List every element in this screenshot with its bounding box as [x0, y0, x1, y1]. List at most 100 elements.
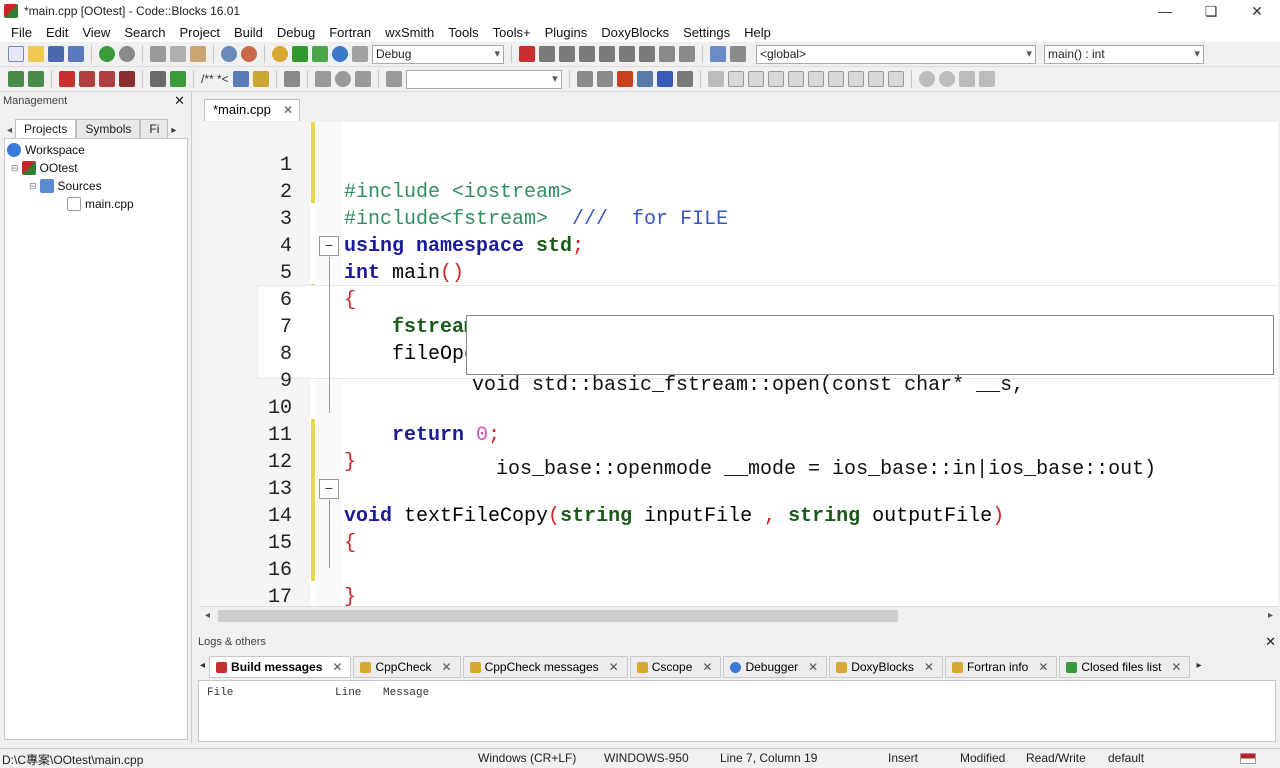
incremental-search-icon[interactable]	[385, 71, 402, 87]
incremental-search-input[interactable]	[405, 69, 562, 89]
build-icon[interactable]	[272, 46, 288, 62]
record-icon[interactable]	[334, 71, 351, 87]
horizontal-scrollbar[interactable]: ◂ ▸	[200, 606, 1278, 624]
collapse-icon[interactable]: ⊟	[29, 177, 37, 195]
menu-build[interactable]: Build	[227, 25, 270, 40]
next-line-icon[interactable]	[559, 46, 575, 62]
menu-tools[interactable]: Tools	[441, 25, 485, 40]
menu-settings[interactable]: Settings	[676, 25, 737, 40]
debug-windows-icon[interactable]	[710, 46, 726, 62]
toggle-bookmark-icon[interactable]	[59, 71, 75, 87]
tab-build-messages[interactable]: Build messages ✕	[209, 656, 352, 678]
layout-icon[interactable]	[827, 71, 844, 87]
zoom-out-icon[interactable]	[938, 71, 955, 87]
menu-file[interactable]: File	[4, 25, 39, 40]
prev-bookmark-icon[interactable]	[79, 71, 95, 87]
rebuild-icon[interactable]	[332, 46, 348, 62]
scroll-left-icon[interactable]: ◂	[205, 607, 210, 625]
panel-icon[interactable]	[747, 71, 764, 87]
find-icon[interactable]	[221, 46, 237, 62]
c-icon[interactable]	[978, 71, 995, 87]
tab-scroll-left-icon[interactable]: ◂	[198, 656, 209, 678]
zoom-in-icon[interactable]	[918, 71, 935, 87]
menu-help[interactable]: Help	[737, 25, 778, 40]
menu-plugins[interactable]: Plugins	[538, 25, 595, 40]
copy-icon[interactable]	[170, 46, 186, 62]
step-into-icon[interactable]	[579, 46, 595, 62]
scroll-right-icon[interactable]: ▸	[1268, 607, 1273, 625]
next-instruction-icon[interactable]	[619, 46, 635, 62]
column-header-line[interactable]: Line	[335, 687, 361, 699]
next-bookmark-icon[interactable]	[99, 71, 115, 87]
close-tab-icon[interactable]: ✕	[442, 657, 452, 677]
abort-icon[interactable]	[352, 46, 368, 62]
match-case-icon[interactable]	[656, 71, 673, 87]
tab-main-cpp[interactable]: *main.cpp ✕	[204, 99, 300, 121]
cut-icon[interactable]	[150, 46, 166, 62]
scrollbar-thumb[interactable]	[218, 610, 898, 622]
selected-text-icon[interactable]	[636, 71, 653, 87]
tab-doxyblocks[interactable]: DoxyBlocks ✕	[829, 656, 943, 678]
tab-cscope[interactable]: Cscope ✕	[629, 656, 722, 678]
tab-symbols[interactable]: Symbols	[76, 119, 141, 138]
tab-cppcheck-messages[interactable]: CppCheck messages ✕	[462, 656, 628, 678]
s-icon[interactable]	[958, 71, 975, 87]
function-select[interactable]: main() : int	[1044, 44, 1204, 64]
wrench-icon[interactable]	[283, 71, 300, 87]
run-icon[interactable]	[292, 46, 308, 62]
collapse-icon[interactable]: ⊟	[11, 159, 19, 177]
tree-item-sources[interactable]: ⊟ Sources	[5, 177, 187, 195]
next-icon[interactable]	[354, 71, 371, 87]
step-out-icon[interactable]	[599, 46, 615, 62]
debug-icon[interactable]	[519, 46, 535, 62]
grid-icon[interactable]	[847, 71, 864, 87]
column-header-file[interactable]: File	[207, 687, 233, 699]
close-tab-icon[interactable]: ✕	[1171, 657, 1181, 677]
tab-scroll-right-icon[interactable]: ▸	[1192, 656, 1203, 678]
clear-bookmarks-icon[interactable]	[119, 71, 135, 87]
menu-doxyblocks[interactable]: DoxyBlocks	[594, 25, 676, 40]
tab-files[interactable]: Fi	[140, 119, 169, 138]
pointer-icon[interactable]	[707, 71, 724, 87]
close-icon[interactable]: ✕	[174, 92, 185, 110]
build-target-select[interactable]: Debug	[372, 44, 504, 64]
menu-search[interactable]: Search	[117, 25, 172, 40]
spacer-icon[interactable]	[887, 71, 904, 87]
menu-fortran[interactable]: Fortran	[322, 25, 378, 40]
tab-fortran-info[interactable]: Fortran info ✕	[944, 656, 1058, 678]
close-button[interactable]: ✕	[1234, 0, 1280, 22]
build-and-run-icon[interactable]	[312, 46, 328, 62]
paste-icon[interactable]	[190, 46, 206, 62]
close-tab-icon[interactable]: ✕	[332, 657, 342, 677]
run-to-cursor-icon[interactable]	[539, 46, 555, 62]
sizer-icon[interactable]	[807, 71, 824, 87]
tab-scroll-right-icon[interactable]: ▸	[168, 123, 179, 138]
close-tab-icon[interactable]: ✕	[1038, 657, 1048, 677]
doxy-icon[interactable]	[150, 71, 166, 87]
undo-icon[interactable]	[99, 46, 115, 62]
close-tab-icon[interactable]: ✕	[808, 657, 818, 677]
dialog-icon[interactable]	[767, 71, 784, 87]
scope-select[interactable]: <global>	[756, 44, 1036, 64]
menu-view[interactable]: View	[75, 25, 117, 40]
tree-item-project[interactable]: ⊟ OOtest	[5, 159, 187, 177]
build-messages-list[interactable]: File Line Message	[198, 680, 1276, 742]
jump-back-icon[interactable]	[8, 71, 24, 87]
search-prev-icon[interactable]	[576, 71, 593, 87]
html-icon[interactable]	[232, 71, 249, 87]
tab-scroll-left-icon[interactable]: ◂	[4, 123, 15, 138]
save-all-icon[interactable]	[68, 46, 84, 62]
menu-project[interactable]: Project	[173, 25, 227, 40]
stop-debugger-icon[interactable]	[679, 46, 695, 62]
comment-block-button[interactable]: /** *<	[201, 72, 229, 86]
widget-icon[interactable]	[727, 71, 744, 87]
close-tab-icon[interactable]: ✕	[702, 657, 712, 677]
tab-cppcheck[interactable]: CppCheck ✕	[353, 656, 461, 678]
chm-icon[interactable]	[252, 71, 269, 87]
box-icon[interactable]	[867, 71, 884, 87]
frame-icon[interactable]	[787, 71, 804, 87]
step-into-instruction-icon[interactable]	[639, 46, 655, 62]
regex-icon[interactable]	[676, 71, 693, 87]
menu-wxsmith[interactable]: wxSmith	[378, 25, 441, 40]
open-file-icon[interactable]	[28, 46, 44, 62]
